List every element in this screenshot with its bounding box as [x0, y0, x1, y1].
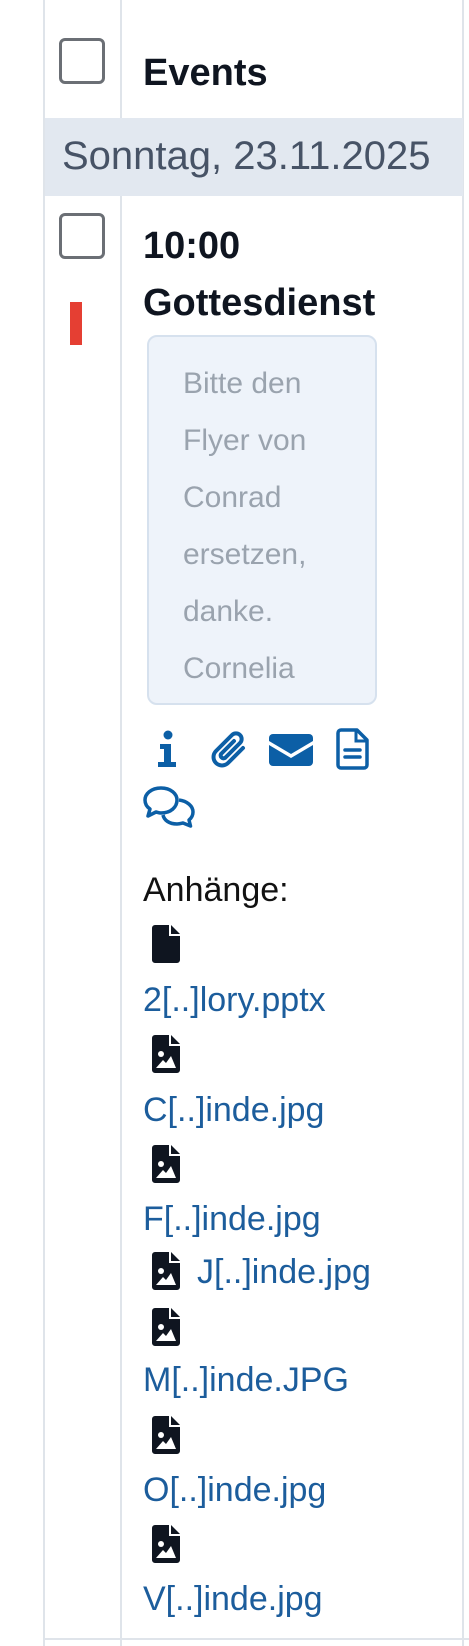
info-icon[interactable] — [155, 730, 179, 768]
note-line: danke. — [183, 595, 274, 628]
row-divider — [45, 1638, 469, 1640]
attachments-label: Anhänge: — [143, 871, 289, 909]
envelope-icon[interactable] — [269, 734, 313, 766]
note-line: Cornelia — [183, 652, 295, 685]
event-title: Gottesdienst — [143, 282, 376, 324]
attachment-link[interactable]: O[..]inde.jpg — [143, 1467, 326, 1513]
document-icon[interactable] — [336, 728, 369, 770]
note-line: Conrad — [183, 481, 282, 514]
attachment-link[interactable]: C[..]inde.jpg — [143, 1087, 324, 1133]
date-group-label: Sonntag, 23.11.2025 — [62, 134, 431, 178]
note-line: ersetzen, — [183, 538, 307, 571]
attachment-link[interactable]: J[..]inde.jpg — [197, 1249, 371, 1295]
file-image-icon — [152, 1416, 180, 1454]
comments-icon[interactable] — [142, 785, 196, 829]
file-icon — [152, 925, 180, 963]
event-time: 10:00 — [143, 225, 241, 267]
date-group-header: Sonntag, 23.11.2025 — [45, 118, 463, 196]
attachment-link[interactable]: M[..]inde.JPG — [143, 1357, 349, 1403]
attachment-link[interactable]: V[..]inde.jpg — [143, 1576, 323, 1622]
column-divider-right — [462, 0, 464, 1646]
column-divider-middle — [120, 0, 122, 1646]
attachment-link[interactable]: F[..]inde.jpg — [143, 1196, 321, 1242]
select-all-checkbox[interactable] — [59, 38, 105, 84]
status-indicator — [70, 302, 82, 345]
file-image-icon — [152, 1525, 180, 1563]
file-image-icon — [152, 1308, 180, 1346]
attachment-link[interactable]: 2[..]lory.pptx — [143, 977, 326, 1023]
note-line: Bitte den — [183, 367, 302, 400]
event-note: Bitte den Flyer von Conrad ersetzen, dan… — [147, 335, 377, 705]
event-heading[interactable]: 10:00 Gottesdienst — [143, 218, 453, 332]
events-column-header: Events — [143, 52, 268, 94]
event-select-checkbox[interactable] — [59, 213, 105, 259]
file-image-icon — [152, 1035, 180, 1073]
file-image-icon — [152, 1145, 180, 1183]
file-image-icon — [152, 1252, 180, 1290]
paperclip-icon[interactable] — [209, 730, 249, 770]
note-line: Flyer von — [183, 424, 307, 457]
column-divider-left — [43, 0, 45, 1646]
